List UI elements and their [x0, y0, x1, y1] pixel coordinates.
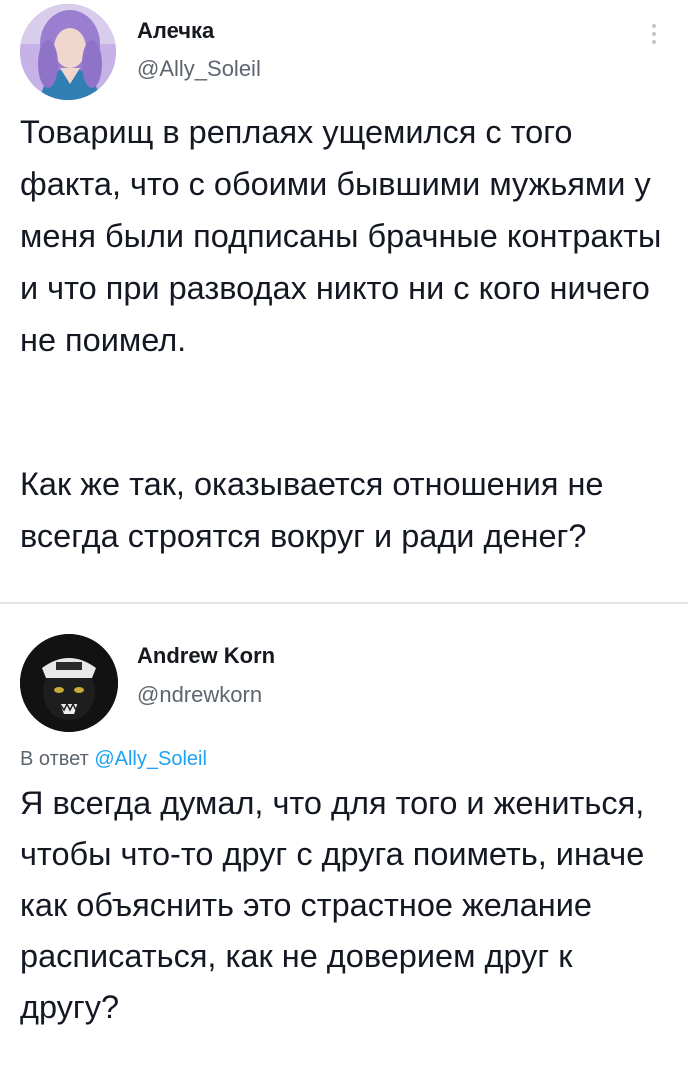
tweet-andrew-korn[interactable]: Andrew Korn @ndrewkorn В ответ @Ally_Sol… — [0, 606, 688, 1080]
user-avatar[interactable] — [20, 4, 116, 100]
user-avatar[interactable] — [20, 634, 118, 732]
display-name[interactable]: Andrew Korn — [137, 643, 275, 669]
divider — [0, 602, 688, 604]
panther-cap-avatar-icon — [20, 634, 118, 732]
display-name[interactable]: Алечка — [137, 18, 214, 44]
tweet-alechka[interactable]: Алечка @Ally_Soleil Товарищ в реплаях ущ… — [0, 0, 688, 600]
user-handle[interactable]: @Ally_Soleil — [137, 56, 261, 82]
reply-context: В ответ @Ally_Soleil — [20, 748, 207, 771]
reply-mention-link[interactable]: @Ally_Soleil — [94, 748, 207, 770]
tweet-text-paragraph: Как же так, оказывается отношения не все… — [20, 466, 604, 554]
user-handle[interactable]: @ndrewkorn — [137, 682, 262, 708]
reply-prefix: В ответ — [20, 748, 89, 770]
avatar-image-icon — [20, 4, 116, 100]
tweet-text-paragraph: Я всегда думал, что для того и жениться,… — [20, 785, 645, 1025]
tweet-text-paragraph: Товарищ в реплаях ущемился с того факта,… — [20, 114, 662, 358]
more-vertical-icon[interactable] — [650, 24, 658, 48]
